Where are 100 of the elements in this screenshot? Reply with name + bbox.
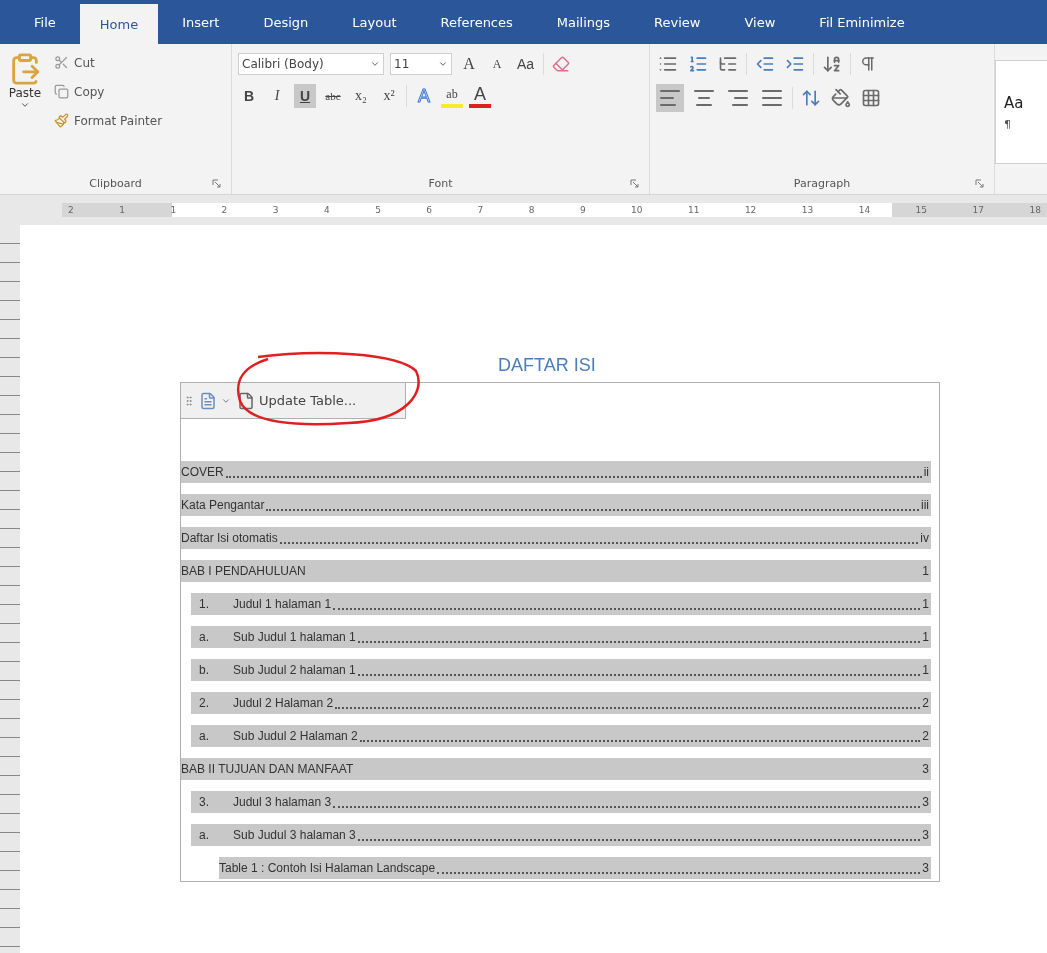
toc-entry[interactable]: b. Sub Judul 2 halaman 1 1 [191,659,931,681]
group-label: Clipboard [89,177,142,190]
group-label: Paragraph [793,177,851,190]
ruler-number: 6 [426,205,433,215]
entry-number: 2. [198,696,210,710]
align-icon[interactable] [656,84,684,112]
toc-entry[interactable]: BAB II TUJUAN DAN MANFAAT 3 [181,758,931,780]
color-button[interactable]: A [469,84,491,108]
ribbon-tab[interactable]: Mailings [536,0,631,44]
entry-title: Judul 3 halaman 3 [233,795,332,809]
caret-icon [370,59,380,69]
format-button[interactable]: U [294,84,316,108]
font-button[interactable]: A [486,52,508,76]
entry-title: Kata Pengantar [181,498,265,512]
entry-number: a. [198,729,210,743]
page-number: 2 [922,696,929,710]
clipboard-button[interactable]: Cut [52,52,165,73]
ribbon-tab[interactable]: View [724,0,796,44]
font-name-field[interactable]: Calibri (Body) [238,53,384,75]
toc-entry[interactable]: Kata Pengantar iii [181,494,931,516]
entry-title: BAB II TUJUAN DAN MANFAAT [181,762,354,776]
ruler-number: 2 [221,205,228,215]
ruler-number: 1 [170,205,177,215]
format-button[interactable]: I [266,84,288,108]
dialog-launcher-icon[interactable] [212,179,221,188]
page-number: 2 [922,729,929,743]
paintbrush-icon [54,113,69,128]
page-number: 1 [922,630,929,644]
style-name: ¶ [1004,117,1012,131]
entry-title: Sub Judul 2 Halaman 2 [233,729,358,743]
ruler-number: 13 [801,205,814,215]
entry-title: COVER [181,465,224,479]
horizontal-ruler[interactable]: 2 1 1 2 3 4 5 6 7 8 9 10 11 12 13 14 15 17 18 [62,203,1047,217]
clipboard-button[interactable]: Copy [52,81,165,102]
page-icon [237,391,255,410]
color-button[interactable]: ab [441,84,463,108]
document-icon[interactable] [199,391,217,410]
ribbon-tab[interactable]: Home [79,4,159,44]
dialog-launcher-icon[interactable] [630,179,639,188]
scissors-icon [54,55,69,70]
toc-entry[interactable]: a. Sub Judul 2 Halaman 2 2 [191,725,931,747]
format-button[interactable]: x₂ [350,84,372,108]
dialog-launcher-icon[interactable] [975,179,984,188]
caret-icon [438,59,448,69]
toc-entry[interactable]: COVER ii [181,461,931,483]
ribbon-tab[interactable]: Layout [332,0,417,44]
entry-title: Table 1 : Contoh Isi Halaman Landscape [219,861,436,875]
group-label: Font [428,177,453,190]
page-number: iii [921,498,929,512]
clipboard-button[interactable]: Format Painter [52,110,165,131]
update-table-button[interactable]: Update Table... [235,391,359,410]
ruler-number: 10 [631,205,643,215]
toc-entry[interactable]: a. Sub Judul 1 halaman 1 1 [191,626,931,648]
font-size-field[interactable]: 11 [390,53,452,75]
toc-entry[interactable]: BAB I PENDAHULUAN 1 [181,560,931,582]
style-sample: Aa [1004,93,1025,112]
toc-entry[interactable]: a. Sub Judul 3 halaman 3 3 [191,824,931,846]
toc-entry[interactable]: 3. Judul 3 halaman 3 3 [191,791,931,813]
ribbon-tab[interactable]: Review [634,0,721,44]
ruler-number: 11 [687,205,700,215]
toc-entry[interactable]: 2. Judul 2 Halaman 2 2 [191,692,931,714]
toc-heading: DAFTAR ISI [498,355,596,376]
toc-entry[interactable]: 1. Judul 1 halaman 1 1 [191,593,931,615]
entry-title: Daftar Isi otomatis [181,531,278,545]
ruler-number: 9 [579,205,586,215]
ruler-number: 8 [528,205,535,215]
ruler-number: 18 [1029,205,1041,215]
style-card[interactable]: Aa ¶ [995,60,1047,164]
format-button[interactable]: B [238,84,260,108]
ruler-number: 17 [972,205,984,215]
entry-number: 3. [198,795,210,809]
entry-title: BAB I PENDAHULUAN [181,564,306,578]
page-number: iv [920,531,929,545]
entry-title: Sub Judul 1 halaman 1 [233,630,356,644]
font-button[interactable]: Aa [514,52,538,76]
toc-entry[interactable]: Daftar Isi otomatis iv [181,527,931,549]
ruler-number: 3 [272,205,279,215]
ruler-number: 7 [477,205,484,215]
ribbon-tab[interactable]: File [14,0,76,44]
shading-icon[interactable] [829,86,853,110]
ribbon-tab[interactable]: Insert [162,0,240,44]
page-number: 1 [922,597,929,611]
ruler-number: 1 [119,205,125,215]
toc-entry[interactable]: Table 1 : Contoh Isi Halaman Landscape 3 [219,857,931,879]
page-number: 3 [922,828,929,842]
format-button[interactable]: abc [322,84,344,108]
ribbon-tab[interactable]: Fil Eminimize [799,0,925,44]
page-number: 3 [922,861,929,875]
ribbon-tab[interactable]: Design [243,0,329,44]
page-number: 1 [922,663,929,677]
ribbon-tab[interactable]: References [420,0,533,44]
ruler-number: 5 [375,205,381,215]
vertical-ruler[interactable] [0,225,20,953]
format-button[interactable]: x² [378,84,400,108]
entry-number: a. [198,828,210,842]
paste-button[interactable]: Paste [6,52,44,177]
page-number: 3 [922,762,929,776]
grip-icon[interactable] [183,394,195,407]
ruler-number: 12 [744,205,757,215]
font-button[interactable]: A [458,52,480,76]
